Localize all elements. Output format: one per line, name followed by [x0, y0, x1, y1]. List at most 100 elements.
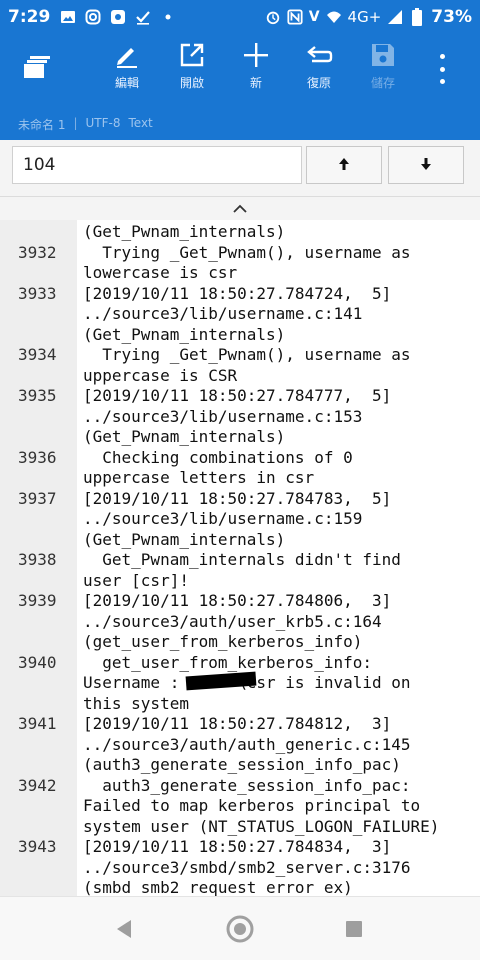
editor-line[interactable]: 3939 [2019/10/11 18:50:27.784806, 3] — [0, 591, 480, 612]
editor-line[interactable]: system user (NT_STATUS_LOGON_FAILURE) — [0, 817, 480, 838]
line-text[interactable]: uppercase letters in csr — [77, 468, 480, 489]
line-text[interactable]: (Get_Pwnam_internals) — [77, 530, 480, 551]
editor-line[interactable]: 3937 [2019/10/11 18:50:27.784783, 5] — [0, 489, 480, 510]
editor-line[interactable]: 3938 Get_Pwnam_internals didn't find — [0, 550, 480, 571]
line-text[interactable]: [2019/10/11 18:50:27.784834, 3] — [77, 837, 480, 858]
editor-line[interactable]: 3940 get_user_from_kerberos_info: — [0, 653, 480, 674]
editor-line[interactable]: ../source3/auth/auth_generic.c:145 — [0, 735, 480, 756]
tabs-icon[interactable] — [22, 54, 52, 84]
editor-line[interactable]: user [csr]! — [0, 571, 480, 592]
editor-line[interactable]: (auth3_generate_session_info_pac) — [0, 755, 480, 776]
arrow-up-icon — [337, 156, 351, 175]
editor-line[interactable]: (Get_Pwnam_internals) — [0, 222, 480, 243]
editor-line[interactable]: 3935 [2019/10/11 18:50:27.784777, 5] — [0, 386, 480, 407]
wifi-icon — [326, 9, 342, 25]
line-text[interactable]: uppercase is CSR — [77, 366, 480, 387]
edit-button[interactable]: 編輯 — [100, 40, 154, 100]
line-number — [0, 735, 77, 756]
editor-line[interactable]: ../source3/lib/username.c:153 — [0, 407, 480, 428]
line-text[interactable]: (Get_Pwnam_internals) — [77, 325, 480, 346]
app-icon — [110, 9, 126, 25]
line-text[interactable]: (smbd_smb2_request_error_ex) — [77, 878, 480, 896]
line-number — [0, 509, 77, 530]
line-text[interactable]: auth3_generate_session_info_pac: — [77, 776, 480, 797]
undo-button[interactable]: 復原 — [292, 40, 346, 100]
line-number — [0, 366, 77, 387]
line-text[interactable]: Trying _Get_Pwnam(), username as — [77, 243, 480, 264]
line-text[interactable]: Get_Pwnam_internals didn't find — [77, 550, 480, 571]
line-text[interactable]: lowercase is csr — [77, 263, 480, 284]
line-text[interactable]: (get_user_from_kerberos_info) — [77, 632, 480, 653]
editor-line[interactable]: 3934 Trying _Get_Pwnam(), username as — [0, 345, 480, 366]
editor-line[interactable]: 3941 [2019/10/11 18:50:27.784812, 3] — [0, 714, 480, 735]
edit-label: 編輯 — [114, 76, 139, 90]
editor-line[interactable]: (Get_Pwnam_internals) — [0, 530, 480, 551]
find-previous-button[interactable] — [306, 146, 382, 184]
back-icon[interactable] — [108, 913, 140, 945]
save-button[interactable]: 儲存 — [356, 40, 410, 100]
line-number — [0, 427, 77, 448]
line-text[interactable]: Checking combinations of 0 — [77, 448, 480, 469]
more-options-icon[interactable] — [432, 54, 452, 84]
editor-line[interactable]: 3943 [2019/10/11 18:50:27.784834, 3] — [0, 837, 480, 858]
line-text[interactable]: system user (NT_STATUS_LOGON_FAILURE) — [77, 817, 480, 838]
editor-line[interactable]: ../source3/lib/username.c:141 — [0, 304, 480, 325]
line-number: 3940 — [18, 652, 57, 672]
editor-line[interactable]: (get_user_from_kerberos_info) — [0, 632, 480, 653]
editor-line[interactable]: (Get_Pwnam_internals) — [0, 427, 480, 448]
editor-line[interactable]: lowercase is csr — [0, 263, 480, 284]
line-text[interactable]: Failed to map kerberos principal to — [77, 796, 480, 817]
line-text[interactable]: Username : \csr is invalid on — [77, 673, 480, 694]
line-text[interactable]: [2019/10/11 18:50:27.784777, 5] — [77, 386, 480, 407]
editor-line[interactable]: ../source3/lib/username.c:159 — [0, 509, 480, 530]
line-text[interactable]: [2019/10/11 18:50:27.784806, 3] — [77, 591, 480, 612]
collapse-search-toggle[interactable] — [0, 196, 480, 220]
line-text[interactable]: [2019/10/11 18:50:27.784812, 3] — [77, 714, 480, 735]
home-icon[interactable] — [224, 913, 256, 945]
open-button[interactable]: 開啟 — [165, 40, 219, 100]
new-button[interactable]: 新 — [229, 40, 283, 100]
open-external-icon — [177, 40, 207, 70]
line-text[interactable]: ../source3/smbd/smb2_server.c:3176 — [77, 858, 480, 879]
line-text[interactable]: this system — [77, 694, 480, 715]
line-number — [0, 325, 77, 346]
recent-apps-icon[interactable] — [338, 913, 370, 945]
line-number — [0, 858, 77, 879]
line-text[interactable]: (Get_Pwnam_internals) — [77, 222, 480, 243]
line-text[interactable]: ../source3/auth/user_krb5.c:164 — [77, 612, 480, 633]
editor-line[interactable]: Failed to map kerberos principal to — [0, 796, 480, 817]
editor-line[interactable]: ../source3/auth/user_krb5.c:164 — [0, 612, 480, 633]
document-encoding[interactable]: UTF-8 — [86, 116, 121, 130]
editor-line[interactable]: uppercase letters in csr — [0, 468, 480, 489]
text-editor[interactable]: (Get_Pwnam_internals) 3932 Trying _Get_Pw… — [0, 220, 480, 896]
line-text[interactable]: [2019/10/11 18:50:27.784724, 5] — [77, 284, 480, 305]
document-mode[interactable]: Text — [128, 116, 152, 130]
editor-lines[interactable]: (Get_Pwnam_internals) 3932 Trying _Get_Pw… — [0, 222, 480, 896]
editor-line[interactable]: 3942 auth3_generate_session_info_pac: — [0, 776, 480, 797]
line-text[interactable]: user [csr]! — [77, 571, 480, 592]
editor-line[interactable]: 3936 Checking combinations of 0 — [0, 448, 480, 469]
line-number: 3933 — [18, 283, 57, 303]
line-text[interactable]: ../source3/lib/username.c:159 — [77, 509, 480, 530]
editor-line[interactable]: ../source3/smbd/smb2_server.c:3176 — [0, 858, 480, 879]
editor-line[interactable]: 3933 [2019/10/11 18:50:27.784724, 5] — [0, 284, 480, 305]
editor-line[interactable]: (smbd_smb2_request_error_ex) — [0, 878, 480, 896]
line-text[interactable]: ../source3/lib/username.c:141 — [77, 304, 480, 325]
search-input[interactable] — [12, 146, 302, 184]
line-number — [0, 817, 77, 838]
editor-line[interactable]: (Get_Pwnam_internals) — [0, 325, 480, 346]
line-number — [0, 632, 77, 653]
line-text[interactable]: ../source3/lib/username.c:153 — [77, 407, 480, 428]
line-text[interactable]: [2019/10/11 18:50:27.784783, 5] — [77, 489, 480, 510]
line-number — [0, 571, 77, 592]
line-text[interactable]: ../source3/auth/auth_generic.c:145 — [77, 735, 480, 756]
line-text[interactable]: (Get_Pwnam_internals) — [77, 427, 480, 448]
line-text[interactable]: get_user_from_kerberos_info: — [77, 653, 480, 674]
line-text[interactable]: (auth3_generate_session_info_pac) — [77, 755, 480, 776]
new-label: 新 — [249, 76, 262, 90]
editor-line[interactable]: 3932 Trying _Get_Pwnam(), username as — [0, 243, 480, 264]
find-next-button[interactable] — [388, 146, 464, 184]
editor-line[interactable]: this system — [0, 694, 480, 715]
line-text[interactable]: Trying _Get_Pwnam(), username as — [77, 345, 480, 366]
editor-line[interactable]: uppercase is CSR — [0, 366, 480, 387]
